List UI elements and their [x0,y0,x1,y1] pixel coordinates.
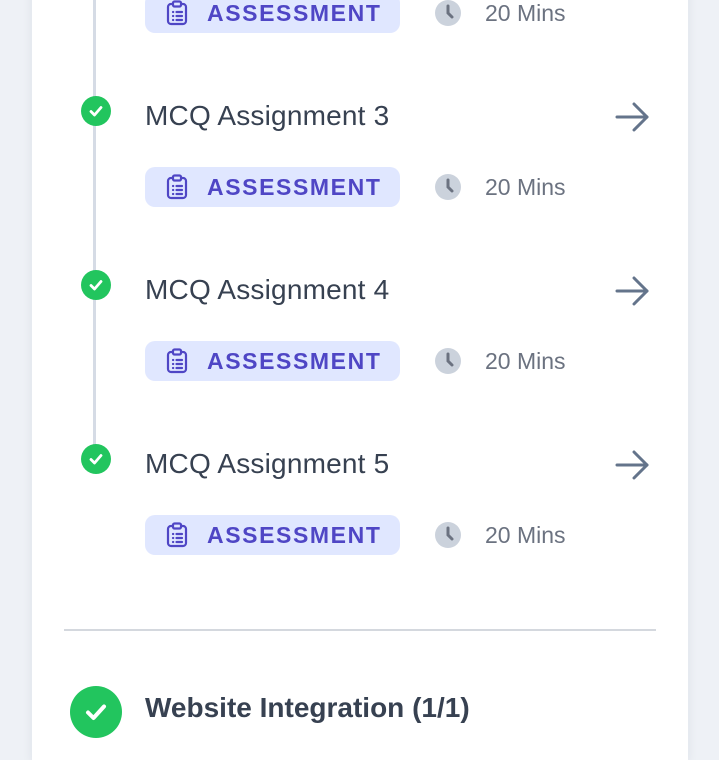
clipboard-list-icon [164,347,190,375]
check-circle-icon [81,270,111,300]
lesson-duration: 20 Mins [485,522,566,548]
assessment-badge: ASSESSMENT [145,515,400,555]
badge-label: ASSESSMENT [207,521,382,548]
lesson-duration: 20 Mins [485,0,566,26]
clipboard-list-icon [164,0,190,27]
assessment-badge: ASSESSMENT [145,0,400,33]
check-circle-icon [70,686,122,738]
badge-label: ASSESSMENT [207,0,382,26]
lesson-item[interactable]: MCQ Assignment 4 ASSESSMENT 20 Mins [0,258,719,432]
lesson-title[interactable]: MCQ Assignment 3 [145,100,389,132]
clock-icon [434,521,462,549]
clock-icon [434,347,462,375]
clock-icon [434,0,462,27]
arrow-right-icon[interactable] [612,447,652,483]
arrow-right-icon[interactable] [612,99,652,135]
section-divider [64,629,656,631]
badge-label: ASSESSMENT [207,173,382,200]
assessment-badge: ASSESSMENT [145,341,400,381]
lesson-item[interactable]: ASSESSMENT 20 Mins [0,0,719,33]
lesson-title[interactable]: MCQ Assignment 5 [145,448,389,480]
lesson-duration: 20 Mins [485,174,566,200]
lesson-duration: 20 Mins [485,348,566,374]
lesson-item[interactable]: MCQ Assignment 5 ASSESSMENT 20 Mins [0,432,719,606]
clock-icon [434,173,462,201]
assessment-badge: ASSESSMENT [145,167,400,207]
section-title[interactable]: Website Integration (1/1) [145,692,470,724]
check-circle-icon [81,96,111,126]
arrow-right-icon[interactable] [612,273,652,309]
check-circle-icon [81,444,111,474]
lesson-item[interactable]: MCQ Assignment 3 ASSESSMENT 20 Mins [0,84,719,258]
badge-label: ASSESSMENT [207,347,382,374]
clipboard-list-icon [164,173,190,201]
lesson-title[interactable]: MCQ Assignment 4 [145,274,389,306]
clipboard-list-icon [164,521,190,549]
